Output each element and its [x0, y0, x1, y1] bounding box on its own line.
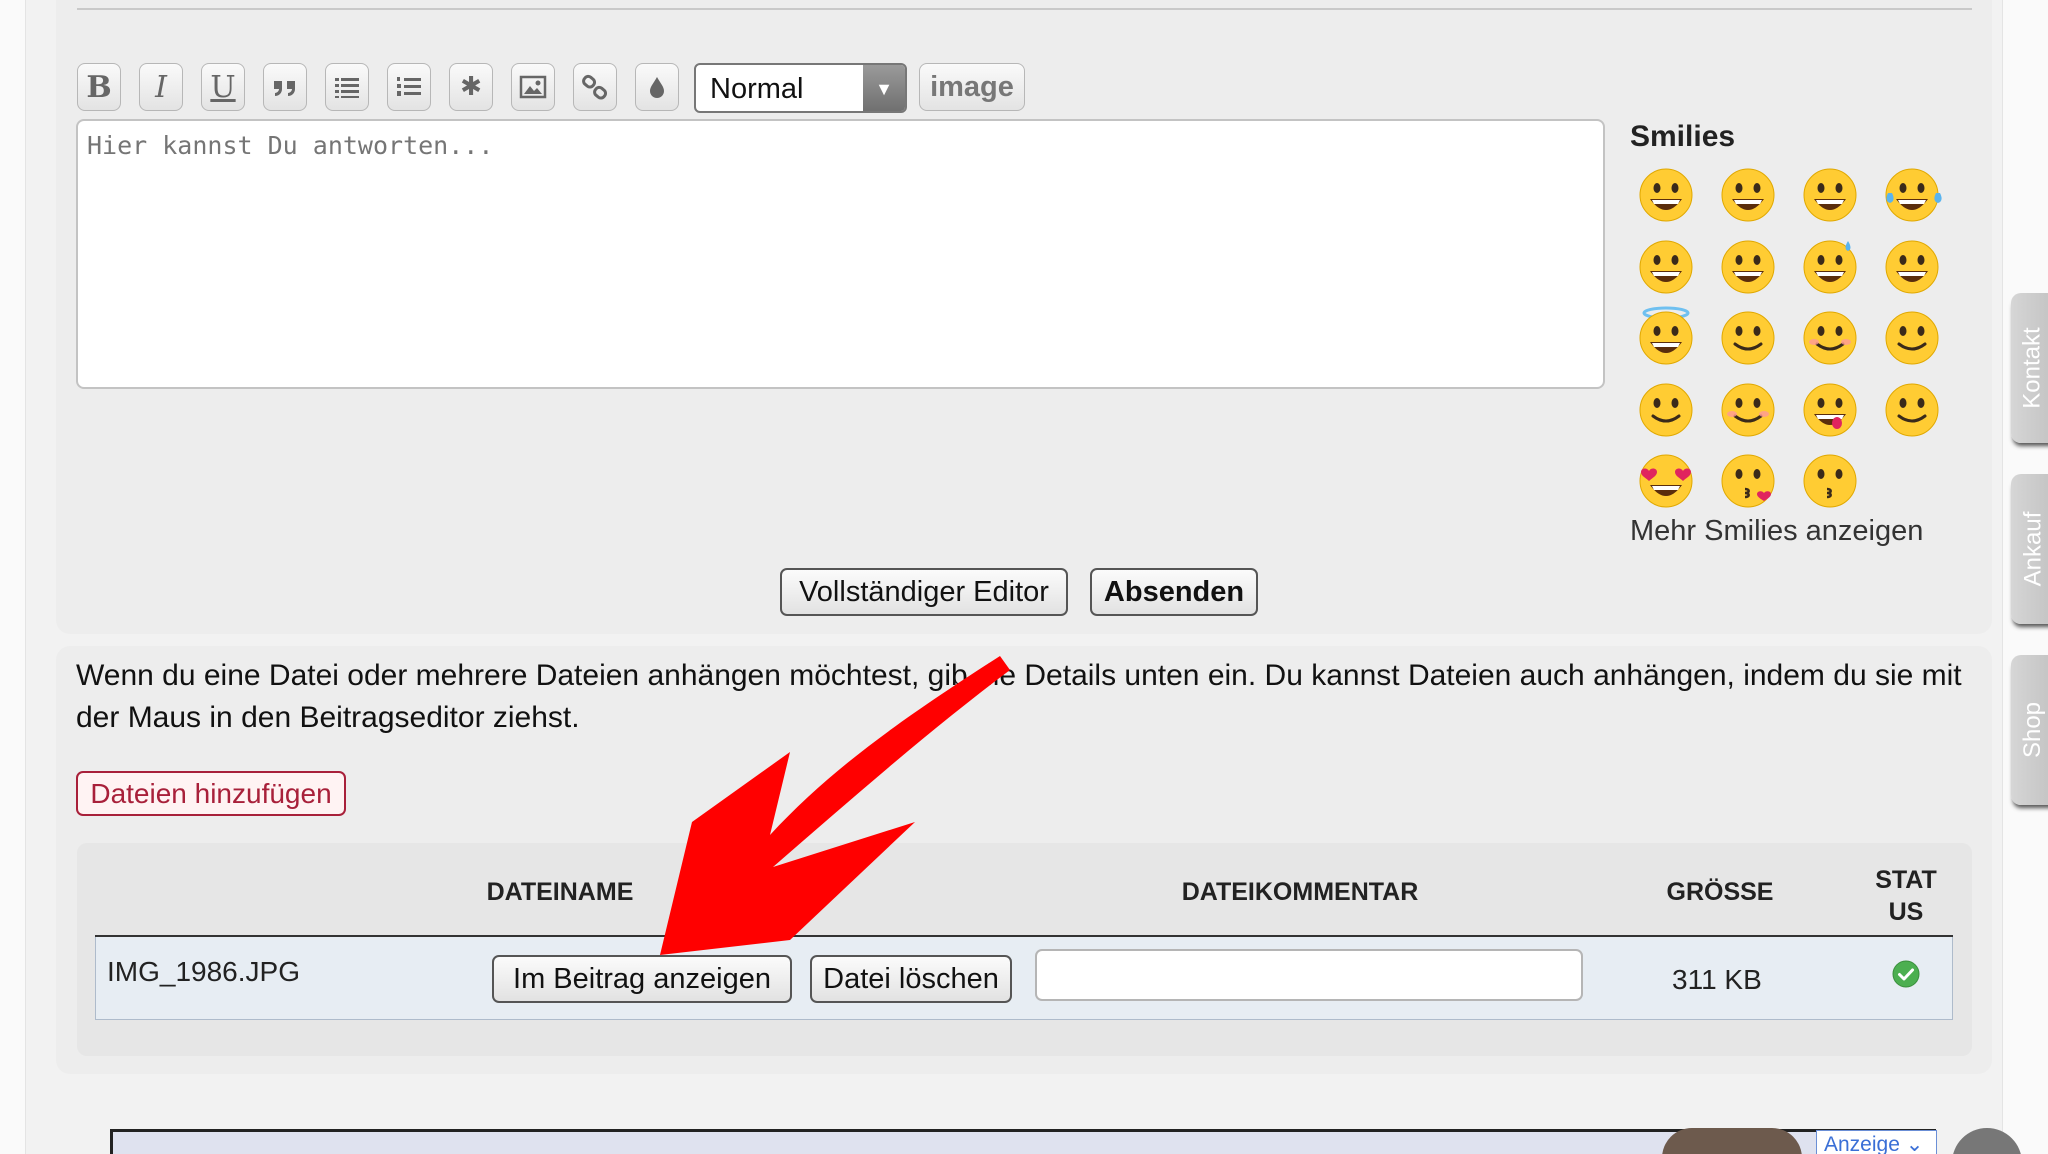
kissing-heart-face-icon[interactable]	[1718, 449, 1778, 509]
left-margin	[0, 0, 26, 1154]
bold-icon: B	[86, 69, 112, 105]
sweat-smile-face-icon[interactable]	[1800, 235, 1860, 295]
column-header-filename: DATEINAME	[486, 878, 634, 906]
show-in-post-button[interactable]: Im Beitrag anzeigen	[492, 955, 792, 1003]
relieved-face-icon[interactable]	[1882, 378, 1942, 438]
grimacing-face-icon[interactable]	[1718, 163, 1778, 223]
slightly-smiling-face-icon[interactable]	[1882, 306, 1942, 366]
column-header-size: GRÖSSE	[1666, 878, 1774, 906]
image-button[interactable]: image	[919, 63, 1025, 111]
submit-button[interactable]: Absenden	[1090, 568, 1258, 616]
droplet-icon	[650, 77, 664, 98]
winking-face-icon[interactable]	[1718, 306, 1778, 366]
ad-label[interactable]: Anzeige ⌄	[1816, 1130, 1937, 1154]
ad-image	[1662, 1128, 1802, 1154]
laughing-face-icon[interactable]	[1882, 235, 1942, 295]
divider	[77, 8, 1972, 10]
insert-image-button[interactable]	[511, 63, 555, 111]
upside-down-face-icon[interactable]	[1636, 378, 1696, 438]
yum-face-icon[interactable]	[1800, 378, 1860, 438]
heart-eyes-face-icon[interactable]	[1636, 449, 1696, 509]
more-smilies-link[interactable]: Mehr Smilies anzeigen	[1630, 515, 1923, 548]
tears-of-joy-face-icon[interactable]	[1882, 163, 1942, 223]
side-tab-shop[interactable]: Shop	[2011, 655, 2048, 805]
bold-button[interactable]: B	[77, 63, 121, 111]
numbered-list-button[interactable]	[387, 63, 431, 111]
relieved-blush-face-icon[interactable]	[1718, 378, 1778, 438]
numbered-list-icon	[397, 77, 421, 96]
beaming-face-icon[interactable]	[1800, 163, 1860, 223]
side-tab-kontakt-label: Kontakt	[2019, 327, 2047, 409]
underline-icon: U	[210, 69, 236, 105]
side-tab-shop-label: Shop	[2019, 701, 2046, 759]
bullet-list-button[interactable]	[325, 63, 369, 111]
column-header-comment: DATEIKOMMENTAR	[1181, 878, 1419, 906]
blushing-face-icon[interactable]	[1800, 306, 1860, 366]
format-select[interactable]: Normal ▼	[694, 63, 907, 113]
check-circle-icon	[1892, 960, 1920, 988]
attachments-info-text: Wenn du eine Datei oder mehrere Dateien …	[76, 659, 1962, 734]
insert-link-button[interactable]	[573, 63, 617, 111]
grinning-face-icon[interactable]	[1636, 163, 1696, 223]
file-name: IMG_1986.JPG	[107, 956, 300, 987]
column-header-status: STATUS	[1875, 866, 1937, 926]
side-tab-ankauf-label: Ankauf	[2019, 511, 2046, 587]
file-comment-input[interactable]	[1035, 949, 1583, 1001]
page: B I U ✱ Normal ▼ image Smilies Mehr Smil…	[0, 0, 2048, 1154]
delete-file-button[interactable]: Datei löschen	[810, 955, 1012, 1003]
side-tab-kontakt[interactable]: Kontakt	[2011, 293, 2048, 443]
smiley-face-icon[interactable]	[1636, 235, 1696, 295]
quote-icon	[274, 81, 295, 96]
add-files-button[interactable]: Dateien hinzufügen	[76, 771, 346, 816]
smilies-title: Smilies	[1630, 120, 1736, 153]
kissing-face-icon[interactable]	[1800, 449, 1860, 509]
italic-icon: I	[155, 69, 167, 105]
picture-icon	[519, 75, 547, 99]
italic-button[interactable]: I	[139, 63, 183, 111]
full-editor-button[interactable]: Vollständiger Editor	[780, 568, 1068, 616]
chevron-down-icon: ▼	[863, 65, 905, 111]
color-button[interactable]	[635, 63, 679, 111]
underline-button[interactable]: U	[201, 63, 245, 111]
quote-button[interactable]	[263, 63, 307, 111]
file-size: 311 KB	[1672, 964, 1762, 995]
asterisk-icon: ✱	[460, 72, 482, 102]
reply-textarea[interactable]	[76, 119, 1605, 389]
grinning-squint-face-icon[interactable]	[1718, 235, 1778, 295]
bullet-list-icon	[335, 78, 359, 98]
format-select-value: Normal	[710, 73, 804, 105]
side-tab-ankauf[interactable]: Ankauf	[2011, 474, 2048, 624]
angel-face-icon[interactable]	[1636, 306, 1696, 366]
spoiler-button[interactable]: ✱	[449, 63, 493, 111]
link-icon	[582, 74, 608, 100]
